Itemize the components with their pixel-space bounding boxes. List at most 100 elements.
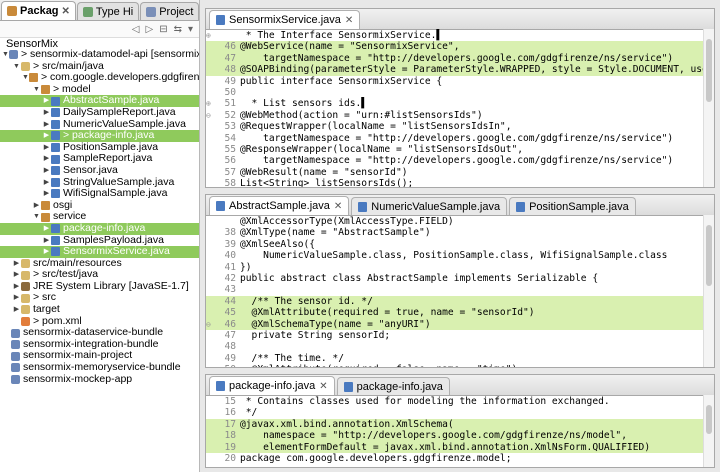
code-area[interactable]: @XmlAccessorType(XmlAccessType.FIELD) 38 @…: [206, 216, 714, 367]
editor-tab[interactable]: SensormixService.java ✕: [209, 10, 361, 29]
collapsed-arrow-icon[interactable]: ▶: [42, 223, 51, 235]
collapsed-arrow-icon[interactable]: ▶: [42, 142, 51, 154]
scrollbar-thumb[interactable]: [706, 39, 712, 103]
code-line[interactable]: @XmlAccessorType(XmlAccessType.FIELD): [206, 216, 714, 227]
tree-item[interactable]: sensormix-mockep-app: [0, 373, 199, 386]
code-area[interactable]: ⊕ * The Interface SensormixService.▌ 46 @W…: [206, 30, 714, 187]
collapse-all-icon[interactable]: ⊟: [159, 24, 167, 35]
code-line[interactable]: ⊕ * The Interface SensormixService.▌: [206, 30, 714, 41]
fold-icon[interactable]: ⊖: [206, 319, 214, 330]
tree-item[interactable]: ▶ package-info.java: [0, 222, 199, 235]
scrollbar[interactable]: [703, 215, 714, 367]
code-line[interactable]: 15 * Contains classes used for modeling …: [206, 396, 714, 407]
scrollbar[interactable]: [703, 395, 714, 467]
code-line[interactable]: 49 public interface SensormixService {: [206, 76, 714, 87]
code-line[interactable]: 40 NumericValueSample.class, PositionSam…: [206, 250, 714, 261]
collapsed-arrow-icon[interactable]: ▶: [42, 153, 51, 165]
forward-icon[interactable]: ▷: [145, 24, 153, 35]
code-line[interactable]: 56 targetNamespace = "http://developers.…: [206, 155, 714, 166]
code-line[interactable]: 48: [206, 341, 714, 352]
code-area[interactable]: 15 * Contains classes used for modeling …: [206, 396, 714, 464]
code-line[interactable]: 16 */: [206, 407, 714, 418]
code-line[interactable]: 48 @SOAPBinding(parameterStyle = Paramete…: [206, 64, 714, 76]
link-editor-icon[interactable]: ⇆: [174, 24, 182, 35]
expanded-arrow-icon[interactable]: ▼: [22, 72, 29, 84]
collapsed-arrow-icon[interactable]: ▶: [42, 107, 51, 119]
expanded-arrow-icon[interactable]: ▼: [2, 49, 9, 61]
collapsed-arrow-icon[interactable]: ▶: [42, 95, 51, 107]
code-line[interactable]: 44 /** The sensor id. */: [206, 295, 714, 308]
close-icon[interactable]: ✕: [62, 6, 70, 17]
editor-tab[interactable]: AbstractSample.java ✕: [209, 196, 350, 215]
back-icon[interactable]: ◁: [132, 24, 140, 35]
code-line[interactable]: 38 @XmlType(name = "AbstractSample"): [206, 227, 714, 238]
tree-item[interactable]: sensormix-memoryservice-bundle: [0, 361, 199, 374]
code-line[interactable]: 42 public abstract class AbstractSample i…: [206, 273, 714, 284]
fold-icon[interactable]: ⊕: [206, 30, 214, 41]
tab-type-hierarchy[interactable]: Type Hi: [76, 2, 140, 20]
code-line[interactable]: 18 namespace = "http://developers.google…: [206, 430, 714, 442]
code-line[interactable]: 54 targetNamespace = "http://developers.…: [206, 133, 714, 144]
code-line[interactable]: 46 @WebService(name = "SensormixService",: [206, 41, 714, 53]
view-menu-icon[interactable]: ▾: [188, 24, 193, 35]
collapsed-arrow-icon[interactable]: ▶: [12, 292, 21, 304]
code-line[interactable]: 45 @XmlAttribute(required = true, name =…: [206, 307, 714, 319]
scrollbar-thumb[interactable]: [706, 225, 712, 286]
code-line[interactable]: ⊖ 52 @WebMethod(action = "urn:#listSensors…: [206, 110, 714, 121]
close-icon[interactable]: ✕: [345, 15, 353, 26]
code-line[interactable]: ⊖ 46 @XmlSchemaType(name = "anyURI"): [206, 318, 714, 330]
tree-item[interactable]: ▶ > src: [0, 292, 199, 304]
collapsed-arrow-icon[interactable]: ▶: [12, 304, 21, 316]
collapsed-arrow-icon[interactable]: ▶: [42, 119, 51, 131]
tree-item[interactable]: ▼ > sensormix-datamodel-api [sensormix ma…: [0, 48, 199, 61]
code-line[interactable]: 47 targetNamespace = "http://developers.…: [206, 52, 714, 65]
code-line[interactable]: 49 /** The time. */: [206, 353, 714, 364]
code-line[interactable]: 58 List<String> listSensorsIds();: [206, 178, 714, 187]
code-line[interactable]: 19 elementFormDefault = javax.xml.bind.a…: [206, 441, 714, 453]
code-line[interactable]: 50: [206, 87, 714, 98]
collapsed-arrow-icon[interactable]: ▶: [32, 200, 41, 212]
code-line[interactable]: 43: [206, 284, 714, 295]
code-line[interactable]: 17 @javax.xml.bind.annotation.XmlSchema(: [206, 418, 714, 431]
code-line[interactable]: 41}): [206, 262, 714, 273]
tab-package-explorer[interactable]: Packag ✕: [1, 1, 76, 20]
editor-tab[interactable]: package-info.java ✕: [209, 376, 335, 395]
tree-item[interactable]: ▶ > package-info.java: [0, 130, 199, 142]
tree-item[interactable]: ▼ > com.google.developers.gdgfirenze: [0, 72, 199, 84]
tree-item[interactable]: ▶ WifiSignalSample.java: [0, 188, 199, 200]
collapsed-arrow-icon[interactable]: ▶: [42, 235, 51, 247]
tree-item[interactable]: ▶ DailySampleReport.java: [0, 106, 199, 119]
code-line[interactable]: 55 @ResponseWrapper(localName = "listSens…: [206, 144, 714, 155]
editor-tab[interactable]: package-info.java: [336, 377, 450, 395]
fold-icon[interactable]: ⊖: [206, 110, 214, 121]
close-icon[interactable]: ✕: [334, 201, 342, 212]
expanded-arrow-icon[interactable]: ▼: [32, 211, 41, 223]
expanded-arrow-icon[interactable]: ▼: [32, 84, 41, 96]
fold-icon[interactable]: ⊕: [206, 98, 214, 109]
tree-item[interactable]: ▶ JRE System Library [JavaSE-1.7]: [0, 280, 199, 293]
collapsed-arrow-icon[interactable]: ▶: [42, 130, 51, 142]
expanded-arrow-icon[interactable]: ▼: [12, 61, 21, 73]
tree-item[interactable]: ▶ Sensor.java: [0, 164, 199, 177]
collapsed-arrow-icon[interactable]: ▶: [12, 269, 21, 281]
collapsed-arrow-icon[interactable]: ▶: [42, 188, 51, 200]
collapsed-arrow-icon[interactable]: ▶: [42, 177, 51, 189]
code-line[interactable]: 20 package com.google.developers.gdgfiren…: [206, 453, 714, 464]
close-icon[interactable]: ✕: [319, 381, 327, 392]
collapsed-arrow-icon[interactable]: ▶: [12, 281, 21, 293]
code-line[interactable]: 39 @XmlSeeAlso({: [206, 239, 714, 250]
tree-item[interactable]: ▶ src/main/resources: [0, 257, 199, 270]
code-line[interactable]: 57 @WebResult(name = "sensorId"): [206, 167, 714, 178]
scrollbar-thumb[interactable]: [706, 405, 712, 434]
editor-tab[interactable]: NumericValueSample.java: [351, 197, 508, 215]
tree-item[interactable]: ▶ SensormixService.java: [0, 245, 199, 258]
tab-project[interactable]: Project: [140, 2, 199, 20]
code-line[interactable]: ⊕ 51 * List sensors ids.▌: [206, 98, 714, 109]
code-line[interactable]: 53 @RequestWrapper(localName = "listSenso…: [206, 121, 714, 132]
code-line[interactable]: 47 private String sensorId;: [206, 330, 714, 341]
collapsed-arrow-icon[interactable]: ▶: [12, 258, 21, 270]
scrollbar[interactable]: [703, 29, 714, 187]
tree-item[interactable]: ▶ target: [0, 303, 199, 316]
editor-tab[interactable]: PositionSample.java: [509, 197, 636, 215]
collapsed-arrow-icon[interactable]: ▶: [42, 246, 51, 258]
